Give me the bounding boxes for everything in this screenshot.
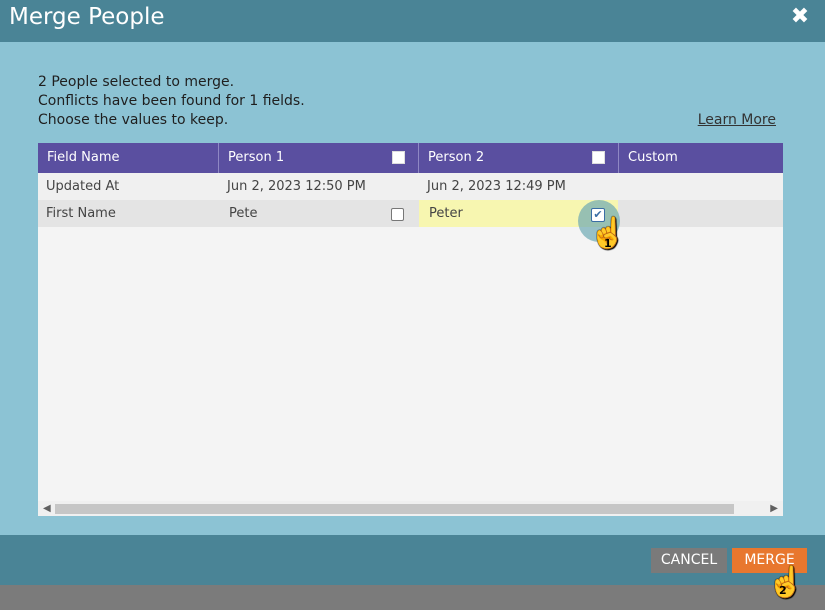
merge-people-dialog: Merge People ✖ 2 People selected to merg… [0, 0, 825, 585]
field-name-cell: First Name [46, 206, 116, 221]
custom-value-cell [619, 200, 783, 227]
scroll-right-icon[interactable]: ▶ [770, 501, 778, 516]
dialog-title-bar: Merge People ✖ [0, 0, 825, 42]
person-1-value-cell: Jun 2, 2023 12:50 PM [227, 179, 366, 194]
scroll-left-icon[interactable]: ◀ [43, 501, 51, 516]
person-1-select-all-checkbox[interactable] [392, 151, 405, 164]
learn-more-link[interactable]: Learn More [698, 112, 776, 128]
table-row: First Name Pete Peter [38, 200, 783, 227]
scrollbar-thumb[interactable] [55, 504, 734, 514]
step-number-1: 1 [604, 237, 612, 250]
custom-value-cell [619, 173, 783, 200]
selection-count-message: 2 People selected to merge. [38, 74, 235, 90]
close-icon[interactable]: ✖ [789, 6, 811, 28]
person-2-value-cell: Jun 2, 2023 12:49 PM [427, 179, 566, 194]
merge-grid: Field Name Person 1 Person 2 Custom Upda… [38, 143, 783, 516]
instruction-message: Choose the values to keep. [38, 112, 229, 128]
column-header-person-1-label: Person 1 [228, 150, 285, 165]
person-1-value-cell: Pete [229, 206, 258, 221]
column-header-person-2-label: Person 2 [428, 150, 485, 165]
column-header-field-name: Field Name [38, 143, 219, 173]
person-2-value-cell: Peter [429, 206, 463, 221]
column-header-custom: Custom [628, 150, 678, 165]
dialog-title: Merge People [9, 4, 165, 30]
person-2-select-all-checkbox[interactable] [592, 151, 605, 164]
step-number-2: 2 [779, 584, 787, 597]
table-row: Updated At Jun 2, 2023 12:50 PM Jun 2, 2… [38, 173, 783, 200]
column-header-person-1: Person 1 [219, 143, 419, 173]
conflict-message: Conflicts have been found for 1 fields. [38, 93, 305, 109]
cancel-button[interactable]: CANCEL [651, 548, 727, 573]
field-name-cell: Updated At [46, 179, 120, 194]
grid-header: Field Name Person 1 Person 2 Custom [38, 143, 783, 173]
person-1-value-checkbox[interactable] [391, 208, 404, 221]
column-header-person-2: Person 2 [419, 143, 619, 173]
horizontal-scrollbar[interactable]: ◀ ▶ [38, 501, 783, 516]
